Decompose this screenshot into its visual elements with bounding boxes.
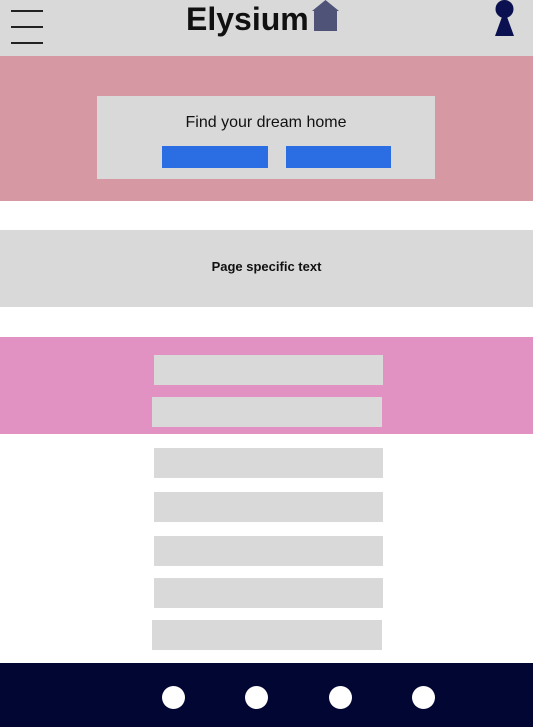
brand-name: Elysium <box>186 1 309 37</box>
hero-title: Find your dream home <box>185 114 347 131</box>
hamburger-line-3 <box>11 42 43 44</box>
featured-listing-bar-1[interactable] <box>154 355 383 385</box>
keyhole-user-icon[interactable] <box>492 0 517 36</box>
footer-nav <box>0 663 533 727</box>
hero-action-button-1[interactable] <box>162 146 268 168</box>
search-card: Find your dream home <box>97 96 435 179</box>
hamburger-menu-icon <box>11 10 43 12</box>
featured-listing-bar-2[interactable] <box>152 397 382 427</box>
top-header: Elysium <box>0 0 533 56</box>
house-icon <box>312 0 339 31</box>
menu-button[interactable] <box>6 6 48 48</box>
list-item[interactable] <box>154 448 383 478</box>
list-item[interactable] <box>154 578 383 608</box>
hero-action-button-2[interactable] <box>286 146 391 168</box>
page-text-section: Page specific text <box>0 230 533 307</box>
list-item[interactable] <box>154 536 383 566</box>
footer-nav-dot-4[interactable] <box>412 686 435 709</box>
footer-nav-dot-2[interactable] <box>245 686 268 709</box>
hamburger-line-2 <box>11 26 43 28</box>
page-specific-text: Page specific text <box>211 259 322 274</box>
list-item[interactable] <box>152 620 382 650</box>
brand-logo[interactable]: Elysium <box>186 0 309 38</box>
list-item[interactable] <box>154 492 383 522</box>
footer-nav-dot-1[interactable] <box>162 686 185 709</box>
footer-nav-dot-3[interactable] <box>329 686 352 709</box>
